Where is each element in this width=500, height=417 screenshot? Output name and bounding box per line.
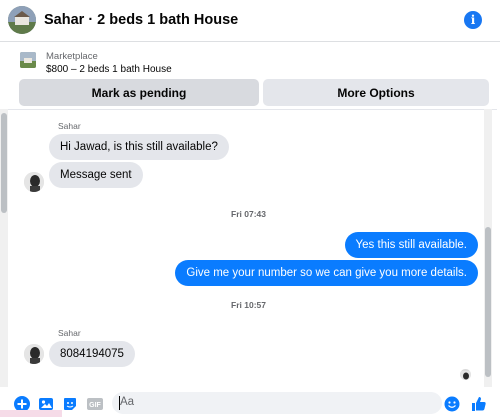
sender-avatar xyxy=(24,172,44,192)
like-icon[interactable] xyxy=(471,396,487,412)
message-bubble-incoming[interactable]: Message sent xyxy=(49,162,143,188)
message-bubble-incoming[interactable]: 8084194075 xyxy=(49,341,135,367)
message-thread[interactable]: Sahar Hi Jawad, is this still available?… xyxy=(0,109,497,387)
left-scrollbar[interactable] xyxy=(0,109,8,387)
listing-category: Marketplace xyxy=(46,51,98,62)
more-options-button[interactable]: More Options xyxy=(263,79,489,106)
contact-avatar[interactable] xyxy=(8,6,36,34)
timestamp: Fri 10:57 xyxy=(231,300,266,310)
sender-name: Sahar xyxy=(58,328,81,338)
sender-avatar xyxy=(24,344,44,364)
message-input[interactable]: Aa xyxy=(112,392,442,414)
listing-thumbnail xyxy=(20,52,36,68)
sticker-icon[interactable] xyxy=(62,396,78,412)
read-receipt-avatar xyxy=(460,369,471,380)
timestamp: Fri 07:43 xyxy=(231,209,266,219)
chat-header: Sahar · 2 beds 1 bath House i xyxy=(0,0,500,42)
overlay-tag xyxy=(0,410,62,417)
thread-scrollbar[interactable] xyxy=(484,109,492,387)
info-icon[interactable]: i xyxy=(464,11,482,29)
emoji-icon[interactable] xyxy=(444,396,460,412)
scrollbar-thumb[interactable] xyxy=(1,113,7,213)
message-bubble-outgoing[interactable]: Yes this still available. xyxy=(344,232,478,258)
listing-name: $800 – 2 beds 1 bath House xyxy=(46,64,172,75)
chat-title[interactable]: Sahar · 2 beds 1 bath House xyxy=(44,12,238,28)
sender-name: Sahar xyxy=(58,121,81,131)
gif-icon[interactable]: GIF xyxy=(86,396,104,412)
mark-as-pending-button[interactable]: Mark as pending xyxy=(19,79,259,106)
gif-icon-label: GIF xyxy=(89,402,101,409)
listing-actions: Mark as pending More Options xyxy=(19,79,489,106)
message-bubble-outgoing[interactable]: Give me your number so we can give you m… xyxy=(175,260,478,286)
message-composer: GIF Aa xyxy=(0,388,500,417)
message-input-placeholder: Aa xyxy=(120,396,135,408)
listing-summary[interactable]: Marketplace $800 – 2 beds 1 bath House xyxy=(0,43,500,79)
scrollbar-thumb[interactable] xyxy=(485,227,491,377)
message-bubble-incoming[interactable]: Hi Jawad, is this still available? xyxy=(49,134,229,160)
